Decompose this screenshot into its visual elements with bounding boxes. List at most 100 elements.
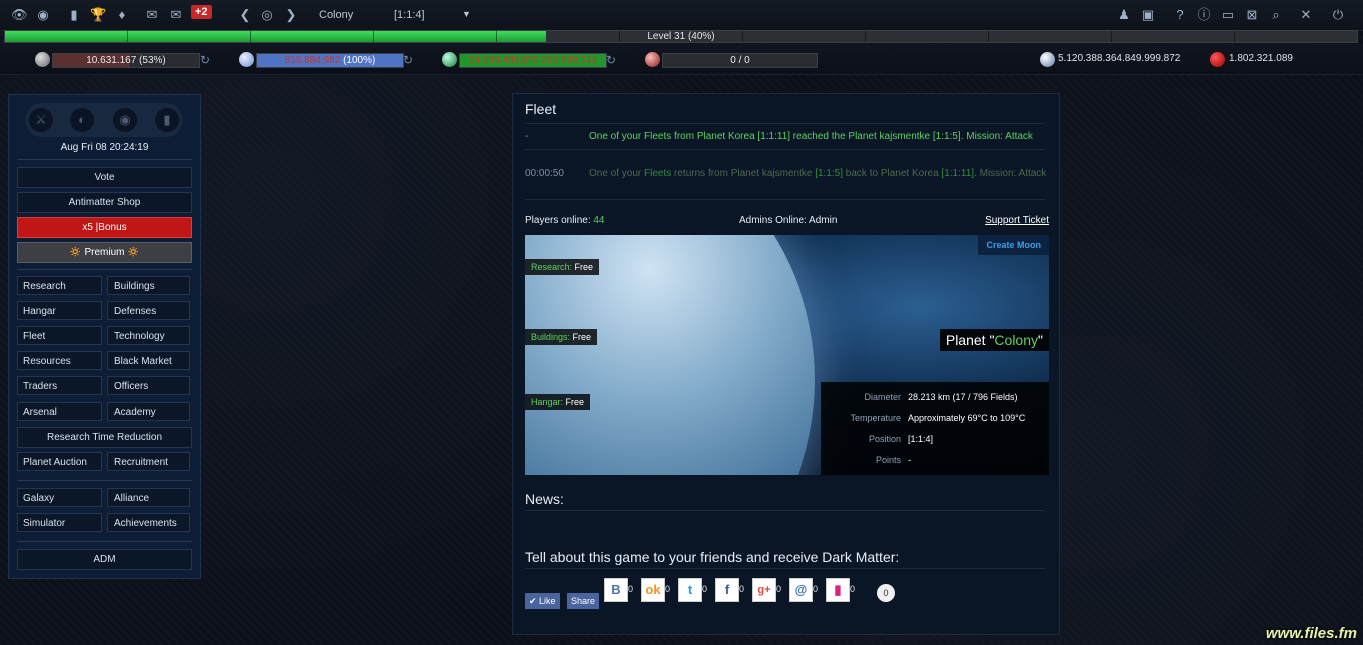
fleet-event-time: 00:00:50 [525,168,564,179]
antimatter-shop-button[interactable]: Antimatter Shop [17,192,192,213]
fleet-event-message: One of your Fleets returns from Planet k… [589,168,1047,179]
energy-icon [645,52,660,67]
nav-technology[interactable]: Technology [107,326,190,345]
info-icon[interactable]: ⓘ [1196,7,1212,23]
quick-actions: ⚔ ◐ ◉ ▮ [25,103,183,137]
antimatter-icon [1210,52,1225,67]
watermark: www.files.fm [1265,625,1357,642]
refresh-icon[interactable]: ↻ [200,53,210,67]
current-planet-name[interactable]: Colony [319,9,353,21]
twitter-share[interactable]: t0 [678,578,712,602]
nav-planet-auction[interactable]: Planet Auction [17,452,102,471]
googleplus-icon: g+ [752,578,776,602]
research-status: Research: Free [525,259,600,275]
resource-bar: 10.631.167 (53%) ↻ 815.884.982 (100%) ↻ … [0,44,1363,75]
pin-icon[interactable]: ▮ [155,108,179,132]
close-box-icon[interactable]: ⊠ [1244,7,1260,23]
antimatter-value: 1.802.321.089 [1229,53,1293,64]
help-icon[interactable]: ? [1172,7,1188,23]
chat-icon[interactable]: ✉ [144,7,160,23]
sidebar: ⚔ ◐ ◉ ▮ Aug Fri 08 20:24:19 Vote Antimat… [8,94,201,579]
medal-icon[interactable]: ♦ [114,7,130,23]
screen-icon[interactable]: ▭ [1220,7,1236,23]
nav-traders[interactable]: Traders [17,376,102,395]
support-ticket-link[interactable]: Support Ticket [985,215,1049,226]
sword-icon[interactable]: ⚔ [29,108,53,132]
nav-adm[interactable]: ADM [17,549,192,570]
nav-research[interactable]: Research [17,276,102,295]
odnoklassniki-icon: ok [641,578,665,602]
share-title: Tell about this game to your friends and… [525,549,900,565]
nav-resources[interactable]: Resources [17,351,102,370]
nav-recruitment[interactable]: Recruitment [107,452,190,471]
energy-bar: 0 / 0 [662,53,818,68]
planet-select-icon[interactable]: ◎ [259,7,275,23]
buildings-status: Buildings: Free [525,329,598,345]
email-share[interactable]: @0 [789,578,823,602]
players-online: Players online: 44 [525,215,605,226]
people-icon[interactable]: ♟ [1116,7,1132,23]
planet-info: Diameter 28.213 km (17 / 796 Fields) Temp… [821,382,1049,475]
fleet-event-message: One of your Fleets from Planet Korea [1:… [589,131,1033,142]
create-moon-button[interactable]: Create Moon [978,235,1049,255]
globe-icon[interactable]: ◉ [35,7,51,23]
hangar-status: Hangar: Free [525,394,591,410]
vk-share[interactable]: B0 [604,578,638,602]
crystal-bar: 815.884.982 (100%) [256,53,404,68]
vote-button[interactable]: Vote [17,167,192,188]
metal-value: 10.631.167 (53%) [86,55,166,66]
messages-badge[interactable]: +2 [191,5,212,19]
refresh-icon[interactable]: ↻ [606,53,616,67]
current-planet-coords[interactable]: [1:1:4] [394,9,425,21]
crystal-icon [239,52,254,67]
nav-hangar[interactable]: Hangar [17,301,102,320]
bonus-button[interactable]: x5 |Bonus [17,217,192,238]
planet-image: Create Moon Research: Free Buildings: Fr… [525,235,1049,475]
share-count-bubble: 0 [877,584,895,602]
nav-arsenal[interactable]: Arsenal [17,402,102,421]
overview-panel: Fleet - One of your Fleets from Planet K… [512,93,1060,635]
odnoklassniki-share[interactable]: ok 0 [641,578,675,602]
facebook-share[interactable]: f0 [715,578,749,602]
level-progress-bar: Level 31 (40%) [4,30,1358,43]
facebook-icon: f [715,578,739,602]
book-icon[interactable]: ▣ [1140,7,1156,23]
googleplus-share[interactable]: g+ 0 [752,578,786,602]
deuterium-icon [442,52,457,67]
messages-icon[interactable]: ✉ [168,7,184,23]
refresh-icon[interactable]: ↻ [403,53,413,67]
eye-icon[interactable]: ◉ [113,108,137,132]
nav-simulator[interactable]: Simulator [17,513,102,532]
deuterium-bar: 24.999.489.879.299.999.744 [459,53,607,68]
nav-galaxy[interactable]: Galaxy [17,488,102,507]
chevron-down-icon[interactable]: ▼ [462,9,471,19]
nav-officers[interactable]: Officers [107,376,190,395]
nav-alliance[interactable]: Alliance [107,488,190,507]
like-button[interactable]: ✔ Like [525,593,560,609]
energy-value: 0 / 0 [730,55,750,66]
crystal-value: 815.884.982 (100%) [284,55,376,66]
nav-academy[interactable]: Academy [107,402,190,421]
stats-icon[interactable]: ▮ [66,7,82,23]
admins-online: Admins Online: Admin [739,215,838,226]
nav-achievements[interactable]: Achievements [107,513,190,532]
eye-icon[interactable]: 👁 [11,7,28,23]
nav-fleet[interactable]: Fleet [17,326,102,345]
search-icon[interactable]: ⌕ [1268,7,1284,23]
top-toolbar: 👁 ◉ ▮ 🏆 ♦ ✉ ✉ +2 ❮ ◎ ❯ Colony [1:1:4] ▼ … [0,0,1363,31]
premium-button[interactable]: 🔅 Premium 🔅 [17,242,192,263]
tools-icon[interactable]: ✕ [1298,7,1314,23]
bookmark-share[interactable]: ▮ 0 [826,578,860,602]
nav-buildings[interactable]: Buildings [107,276,190,295]
chevron-right-icon[interactable]: ❯ [283,7,299,23]
nav-black-market[interactable]: Black Market [107,351,190,370]
nav-research-time-reduction[interactable]: Research Time Reduction [17,427,192,448]
lightning-icon[interactable]: ◐ [70,108,94,132]
power-icon[interactable]: ⏻ [1330,7,1346,23]
share-button[interactable]: Share [567,593,600,609]
nav-defenses[interactable]: Defenses [107,301,190,320]
email-icon: @ [789,578,813,602]
trophy-icon[interactable]: 🏆 [90,7,106,23]
metal-icon [35,52,50,67]
chevron-left-icon[interactable]: ❮ [237,7,253,23]
